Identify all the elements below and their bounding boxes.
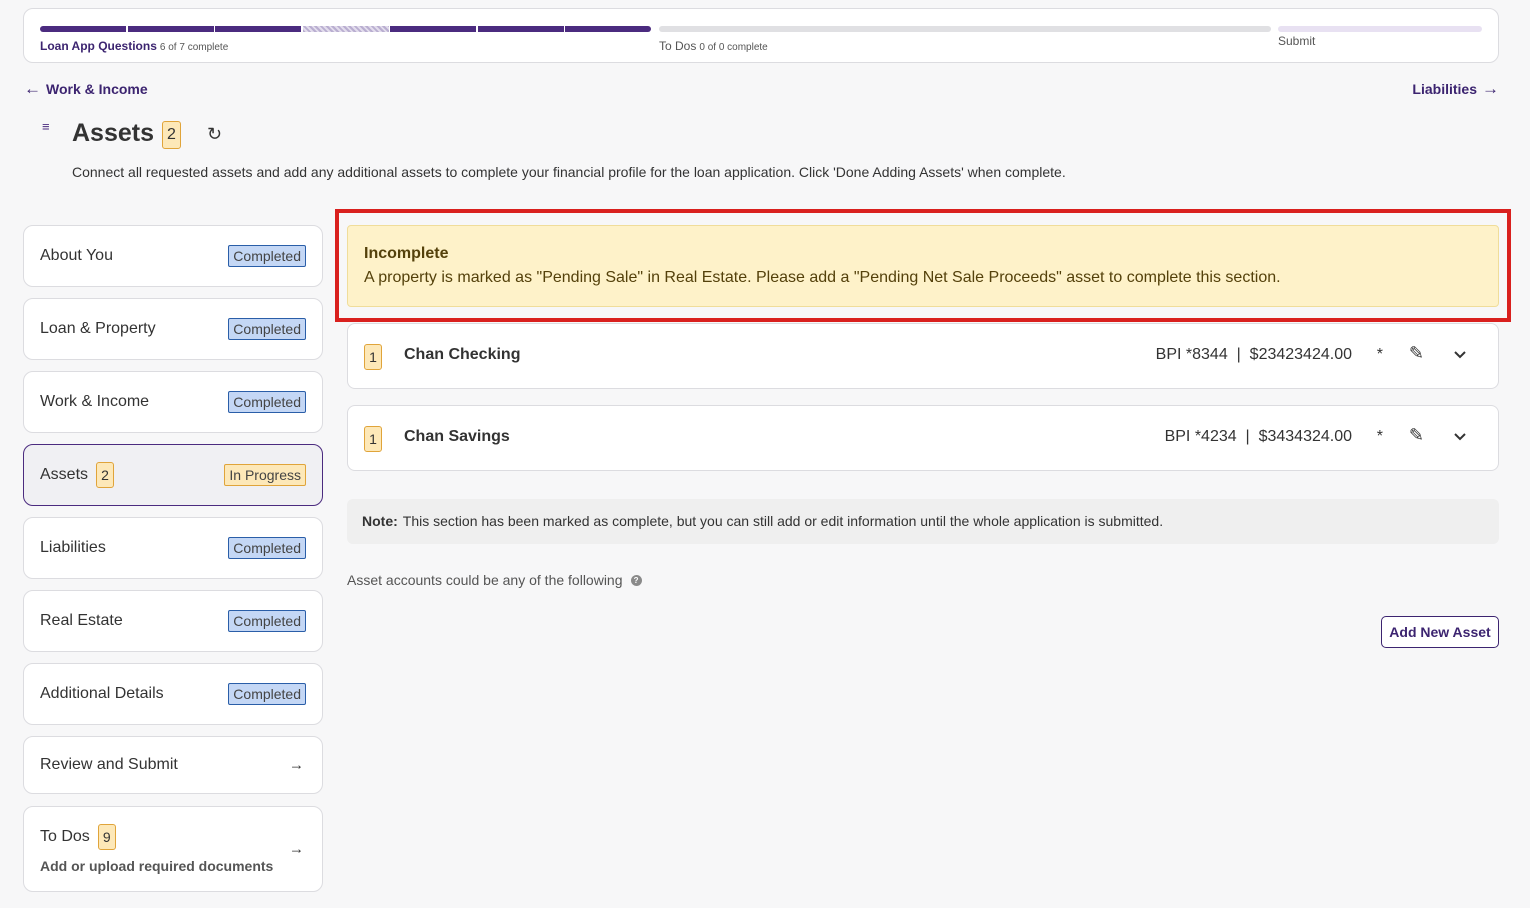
arrow-right-icon: → (1482, 79, 1499, 98)
asset-info: BPI *8344 | $23423424.00 (1155, 346, 1352, 363)
alert-title: Incomplete (364, 245, 449, 262)
status-badge: Completed (228, 610, 306, 632)
completion-note: Note: This section has been marked as com… (347, 499, 1499, 544)
note-label: Note: (362, 513, 398, 529)
page-description: Connect all requested assets and add any… (72, 164, 1066, 180)
incomplete-alert: Incomplete A property is marked as "Pend… (347, 225, 1499, 307)
asset-info: BPI *4234 | $3434324.00 (1164, 428, 1352, 445)
count-badge: 1 (364, 344, 382, 370)
sidebar-item-review-submit[interactable]: Review and Submit → (23, 736, 323, 794)
page-title: Assets (72, 119, 154, 147)
sidebar-item-additional-details[interactable]: Additional Details Completed (23, 663, 323, 725)
count-badge: 2 (96, 462, 115, 488)
arrow-right-icon: → (289, 840, 304, 858)
note-text: This section has been marked as complete… (402, 513, 1164, 529)
edit-pencil-icon[interactable]: ✎ (1409, 343, 1424, 364)
progress-segment-4 (303, 26, 389, 32)
sidebar-item-about-you[interactable]: About You Completed (23, 225, 323, 287)
sidebar-item-todos[interactable]: To Dos 9 Add or upload required document… (23, 806, 323, 892)
forward-link[interactable]: Liabilities → (1412, 79, 1499, 99)
required-marker: * (1376, 428, 1383, 445)
count-badge: 9 (97, 824, 116, 850)
progress-segment-7 (565, 26, 651, 32)
sidebar-item-work-income[interactable]: Work & Income Completed (23, 371, 323, 433)
chevron-down-icon[interactable] (1452, 346, 1468, 362)
sidebar-item-liabilities[interactable]: Liabilities Completed (23, 517, 323, 579)
progress-card: Loan App Questions 6 of 7 complete To Dos… (23, 8, 1499, 63)
chevron-down-icon[interactable] (1452, 428, 1468, 444)
sidebar-item-real-estate[interactable]: Real Estate Completed (23, 590, 323, 652)
todos-track (659, 26, 1271, 32)
status-badge: Completed (228, 683, 306, 705)
count-badge: 1 (364, 426, 382, 452)
help-icon[interactable]: ? (630, 574, 642, 586)
progress-segment-2 (128, 26, 214, 32)
progress-segment-6 (478, 26, 564, 32)
sidebar-item-loan-property[interactable]: Loan & Property Completed (23, 298, 323, 360)
submit-progress-label[interactable]: Submit (1278, 34, 1315, 48)
arrow-right-icon: → (289, 756, 304, 774)
status-badge: Completed (228, 318, 306, 340)
back-link[interactable]: ← Work & Income (24, 79, 148, 99)
todos-subtitle: Add or upload required documents (40, 858, 274, 874)
status-badge: In Progress (224, 464, 306, 486)
alert-text: A property is marked as "Pending Sale" i… (364, 269, 1281, 286)
arrow-left-icon: ← (24, 79, 41, 98)
questions-progress-label[interactable]: Loan App Questions 6 of 7 complete (40, 39, 228, 53)
edit-pencil-icon[interactable]: ✎ (1409, 425, 1424, 446)
asset-name: Chan Savings (404, 428, 510, 445)
required-marker: * (1376, 346, 1383, 363)
status-badge: Completed (228, 391, 306, 413)
submit-track (1278, 26, 1482, 32)
status-badge: Completed (228, 245, 306, 267)
add-new-asset-button[interactable]: Add New Asset (1381, 616, 1499, 648)
asset-row[interactable]: 1 Chan Checking BPI *8344 | $23423424.00… (347, 323, 1499, 389)
asset-row[interactable]: 1 Chan Savings BPI *4234 | $3434324.00 *… (347, 405, 1499, 471)
sidebar-item-assets[interactable]: Assets 2 In Progress (23, 444, 323, 506)
todos-progress-label[interactable]: To Dos 0 of 0 complete (659, 39, 768, 53)
status-badge: Completed (228, 537, 306, 559)
progress-segment-3 (215, 26, 301, 32)
asset-name: Chan Checking (404, 346, 521, 363)
menu-icon[interactable]: ≡ (42, 119, 50, 134)
title-count-badge: 2 (162, 121, 181, 149)
refresh-icon[interactable]: ↻ (207, 124, 222, 145)
progress-segment-5 (390, 26, 476, 32)
progress-segment-1 (40, 26, 126, 32)
asset-types-hint: Asset accounts could be any of the follo… (347, 572, 642, 588)
